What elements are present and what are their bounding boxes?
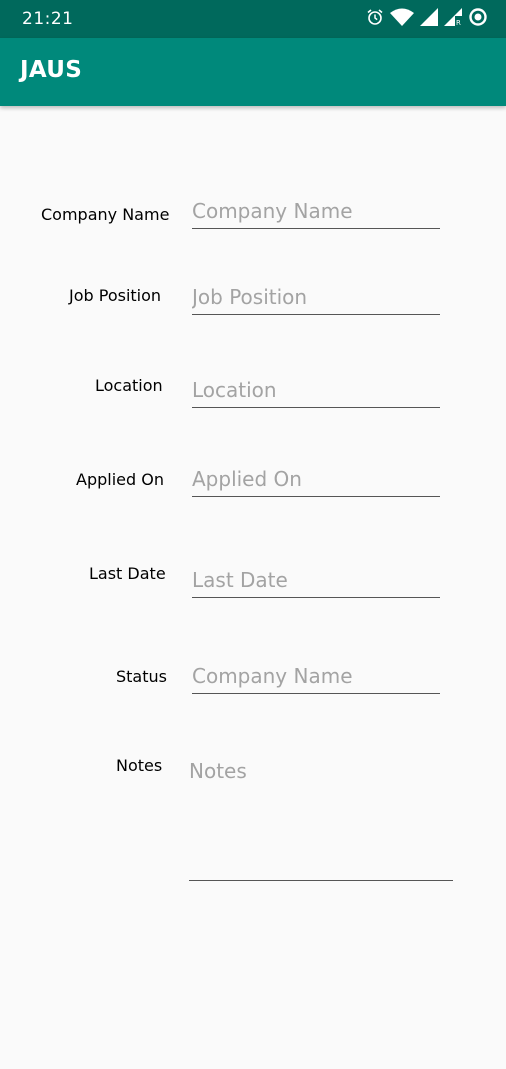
notes-label: Notes — [116, 756, 163, 775]
status-input[interactable] — [192, 663, 440, 694]
data-saver-icon — [468, 7, 488, 31]
location-label: Location — [95, 376, 163, 395]
location-input[interactable] — [192, 377, 440, 408]
wifi-icon — [390, 8, 414, 30]
signal-icon — [420, 8, 438, 30]
company-name-label: Company Name — [41, 205, 170, 224]
company-name-input[interactable] — [192, 198, 440, 229]
job-position-input[interactable] — [192, 284, 440, 315]
applied-on-input[interactable] — [192, 466, 440, 497]
last-date-input[interactable] — [192, 567, 440, 598]
applied-on-label: Applied On — [76, 470, 164, 489]
signal-roaming-icon: R — [444, 8, 462, 30]
status-bar: 21:21 R — [0, 0, 506, 38]
alarm-icon — [366, 8, 384, 30]
svg-text:R: R — [456, 19, 461, 26]
job-position-label: Job Position — [69, 286, 162, 305]
status-label: Status — [116, 667, 167, 686]
app-title: JAUS — [20, 57, 83, 83]
status-time: 21:21 — [22, 9, 74, 29]
last-date-label: Last Date — [89, 564, 166, 583]
notes-textarea[interactable] — [189, 759, 453, 881]
status-icons: R — [366, 8, 488, 30]
app-bar: JAUS — [0, 38, 506, 106]
